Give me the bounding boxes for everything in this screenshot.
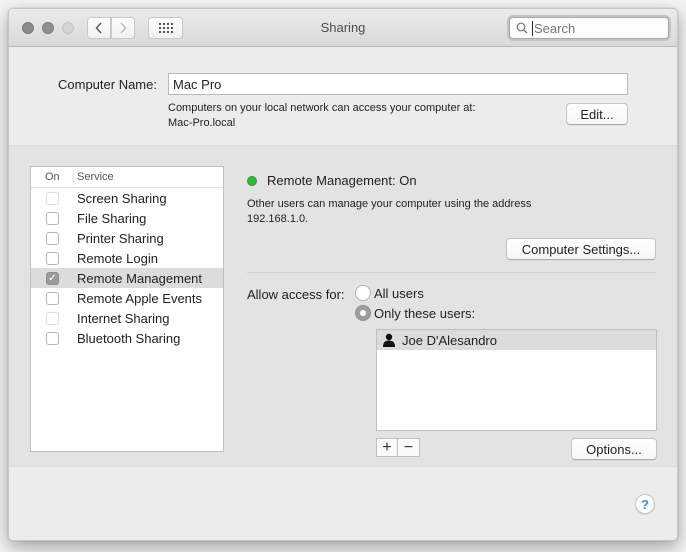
radio-all-users-label: All users [374,285,424,301]
service-checkbox[interactable] [46,211,59,225]
service-label: File Sharing [77,210,147,226]
computer-name-label: Computer Name: [58,77,157,92]
service-label: Printer Sharing [77,230,164,246]
service-row[interactable]: Remote Login [31,248,223,268]
local-hostname: Mac-Pro.local [168,117,236,129]
options-button[interactable]: Options... [571,438,657,460]
radio-all-users[interactable]: All users [355,285,424,301]
computer-name-section: Computer Name: Computers on your local n… [9,48,677,146]
radio-only-these-users-label: Only these users: [374,305,476,321]
sharing-window: Sharing Computer Name: Computers on your… [8,8,678,541]
local-network-text: Computers on your local network can acce… [168,102,476,114]
service-row[interactable]: Bluetooth Sharing [31,328,223,348]
status-text: Remote Management: On [267,173,417,188]
add-remove-group: + − [376,438,420,457]
service-checkbox[interactable] [46,251,59,265]
edit-button[interactable]: Edit... [566,103,628,125]
search-input[interactable] [532,20,652,36]
service-row[interactable]: Printer Sharing [31,228,223,248]
user-name: Joe D'Alesandro [402,332,497,348]
allow-access-label: Allow access for: [247,287,345,302]
status-description-line: Other users can manage your computer usi… [247,198,532,210]
service-row[interactable]: Remote Apple Events [31,288,223,308]
search-icon [516,22,528,34]
service-label: Remote Apple Events [77,290,203,306]
radio-only-these-users[interactable]: Only these users: [355,305,475,321]
service-checkbox[interactable] [46,191,59,205]
radio-button[interactable] [355,285,371,301]
list-item[interactable]: Joe D'Alesandro [377,330,656,350]
ip-address: 192.168.1.0. [247,213,309,225]
service-label: Remote Management [77,270,203,286]
divider [247,272,656,273]
service-row[interactable]: Screen Sharing [31,188,223,208]
status-indicator [247,176,257,186]
service-checkbox[interactable] [46,291,59,305]
computer-name-description: Computers on your local network can acce… [168,101,476,131]
service-label: Remote Login [77,250,158,266]
column-header-on[interactable]: On [31,169,74,185]
search-field[interactable] [509,17,669,39]
status-description: Other users can manage your computer usi… [247,197,531,227]
service-row[interactable]: Internet Sharing [31,308,223,328]
service-label: Screen Sharing [77,190,167,206]
service-row[interactable]: ✓ Remote Management [31,268,223,288]
column-header-service[interactable]: Service [74,171,114,183]
allowed-users-list[interactable]: Joe D'Alesandro [376,329,657,431]
user-icon [383,333,395,347]
service-label: Internet Sharing [77,310,170,326]
computer-settings-button[interactable]: Computer Settings... [506,238,656,260]
remove-user-button[interactable]: − [398,438,420,457]
service-row[interactable]: File Sharing [31,208,223,228]
services-table: On Service Screen Sharing File Sharing Pri… [30,166,224,452]
title-bar: Sharing [9,9,677,47]
service-checkbox[interactable] [46,331,59,345]
services-section: On Service Screen Sharing File Sharing Pri… [9,146,677,467]
add-user-button[interactable]: + [376,438,398,457]
computer-name-input[interactable] [168,73,628,95]
service-checkbox[interactable] [46,231,59,245]
service-checkbox[interactable] [46,311,59,325]
help-button[interactable]: ? [635,494,655,514]
service-checkbox[interactable]: ✓ [46,271,59,285]
service-label: Bluetooth Sharing [77,330,181,346]
services-table-header: On Service [31,167,223,188]
radio-button-selected[interactable] [355,305,371,321]
